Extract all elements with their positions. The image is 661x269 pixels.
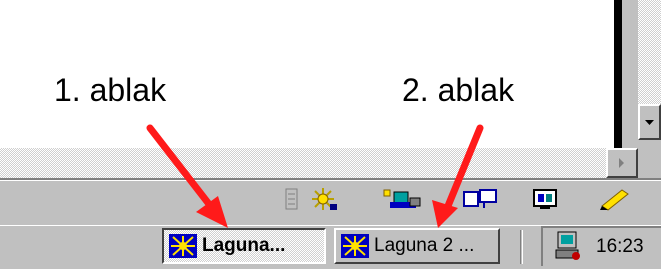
- arrow-second-window: [432, 124, 484, 228]
- annotation-arrows: [146, 124, 484, 228]
- arrow-first-window: [146, 124, 228, 228]
